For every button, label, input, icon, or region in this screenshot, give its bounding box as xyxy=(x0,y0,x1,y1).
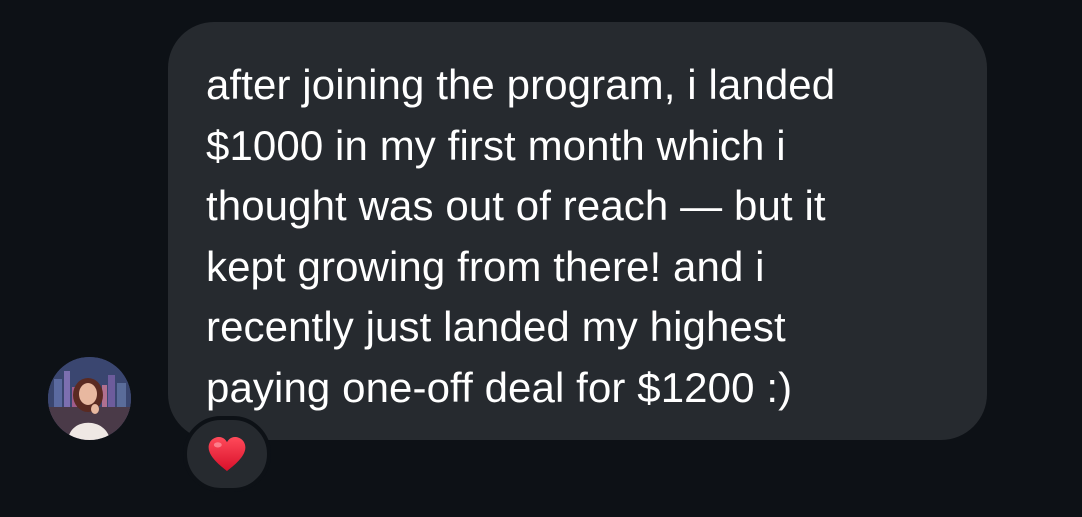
red-heart-icon xyxy=(208,436,246,472)
message-reaction[interactable] xyxy=(183,416,271,492)
message-text: after joining the program, i landed $100… xyxy=(206,61,836,411)
avatar-photo xyxy=(48,357,131,440)
message-bubble[interactable]: after joining the program, i landed $100… xyxy=(168,22,987,440)
sender-avatar[interactable] xyxy=(48,357,131,440)
